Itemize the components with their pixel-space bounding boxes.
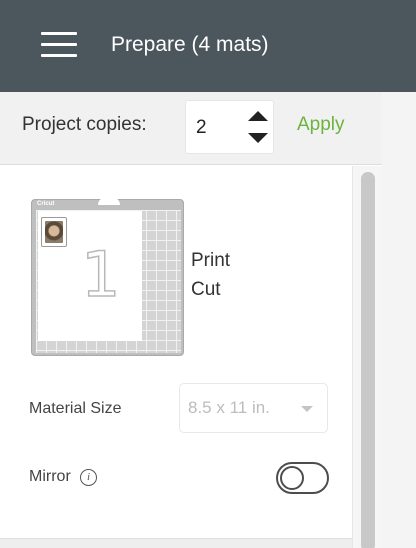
page-title: Prepare (4 mats) — [111, 33, 269, 56]
mat-thumbnail[interactable]: Cricut 1 — [31, 197, 184, 356]
mirror-toggle[interactable] — [276, 462, 329, 494]
project-copies-label: Project copies: — [22, 114, 147, 135]
toggle-knob — [280, 466, 304, 490]
mat-description-line1: Print — [191, 250, 231, 271]
right-panel-edge — [382, 92, 416, 548]
material-size-select[interactable]: 8.5 x 11 in. — [179, 383, 328, 433]
mat-number: 1 — [80, 238, 121, 311]
chevron-up-icon[interactable] — [248, 111, 268, 121]
project-copies-stepper[interactable]: 2 — [185, 100, 274, 154]
photo-icon — [45, 221, 63, 243]
mat-description-line2: Cut — [191, 279, 221, 300]
project-copies-bar: Project copies: 2 Apply — [0, 92, 382, 165]
apply-button[interactable]: Apply — [297, 113, 345, 137]
project-copies-value[interactable]: 2 — [196, 116, 207, 140]
material-size-value: 8.5 x 11 in. — [188, 398, 270, 417]
menu-line — [41, 43, 77, 46]
mat-description: Print Cut — [191, 246, 230, 304]
scrollbar-track[interactable] — [352, 166, 382, 548]
mat-brand-label: Cricut — [37, 201, 55, 207]
material-size-label: Material Size — [29, 400, 122, 417]
hamburger-menu-icon[interactable] — [41, 32, 77, 58]
header-bar: Prepare (4 mats) — [0, 0, 416, 92]
scrollbar-thumb[interactable] — [361, 172, 375, 548]
chevron-down-icon[interactable] — [248, 133, 268, 143]
info-icon[interactable]: i — [80, 469, 97, 486]
mat-image-thumbnail — [41, 217, 67, 247]
caret-down-icon — [301, 406, 313, 412]
mat-notch — [98, 197, 120, 205]
bottom-divider — [0, 538, 352, 548]
menu-line — [41, 32, 77, 35]
menu-line — [41, 54, 77, 57]
mirror-label: Mirror — [29, 468, 71, 485]
